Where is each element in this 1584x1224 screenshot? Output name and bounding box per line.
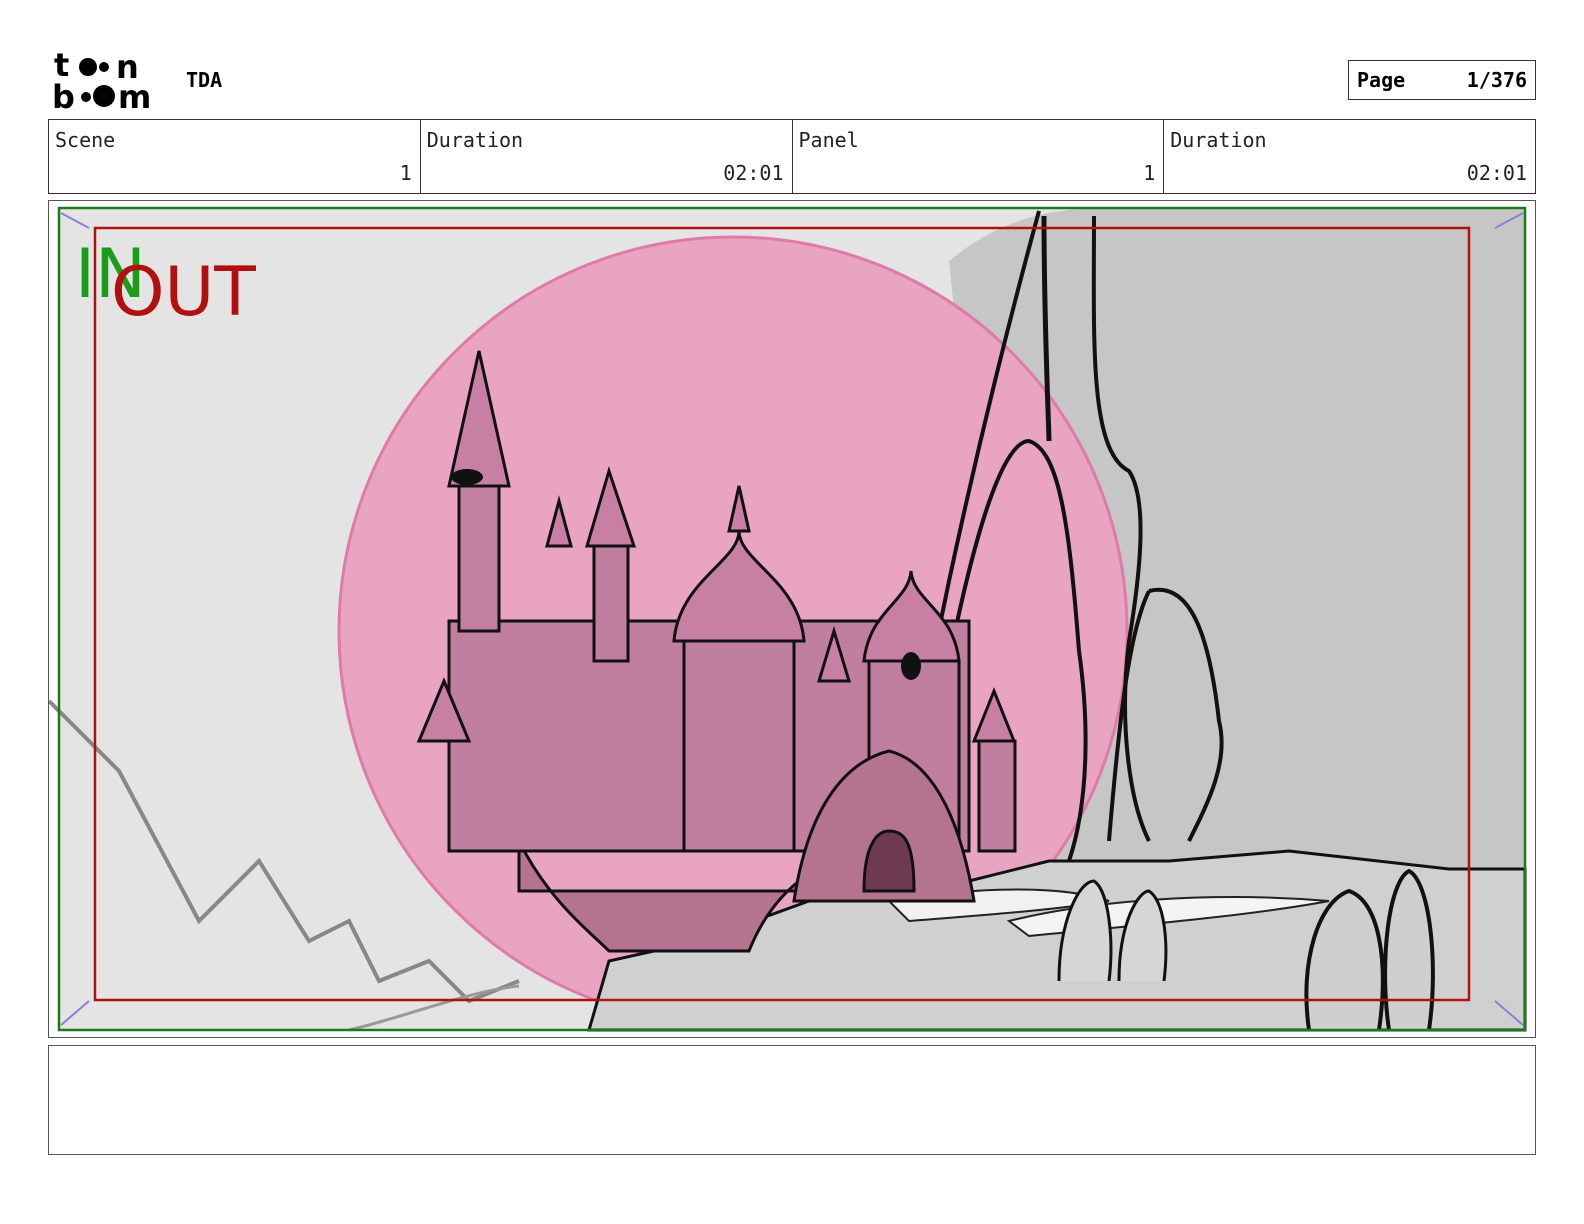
scene-cell: Scene 1 — [49, 120, 421, 193]
left-tower — [457, 479, 501, 633]
svg-text:m: m — [118, 78, 149, 112]
page-label: Page — [1357, 68, 1406, 92]
tower-2 — [592, 539, 630, 663]
panel-cell: Panel 1 — [793, 120, 1165, 193]
scene-value: 1 — [399, 161, 412, 185]
left-tower-window — [451, 469, 483, 485]
panel-drawing: IN OUT — [49, 206, 1527, 1032]
panel-duration-label: Duration — [1170, 128, 1267, 152]
central-tower — [682, 639, 796, 853]
scene-duration-cell: Duration 02:01 — [421, 120, 793, 193]
storyboard-panel[interactable]: IN OUT — [48, 200, 1536, 1038]
panel-duration-value: 02:01 — [1466, 161, 1527, 185]
toonboom-logo: t n b m — [52, 46, 164, 116]
small-tower-2 — [977, 739, 1017, 853]
scene-duration-label: Duration — [426, 128, 524, 152]
scene-label: Scene — [55, 128, 116, 152]
logo-graphic: t n b m — [52, 46, 151, 116]
scene-duration-value: 02:01 — [723, 161, 784, 185]
scene-info-table: Scene 1 Duration 02:01 Panel 1 Duration … — [48, 119, 1536, 194]
panel-duration-cell: Duration 02:01 — [1164, 120, 1535, 193]
svg-text:b: b — [52, 78, 74, 112]
page-indicator: Page 1/376 — [1348, 60, 1536, 100]
page-number: 1/376 — [1466, 68, 1527, 92]
project-name: TDA — [186, 68, 223, 92]
out-label: OUT — [111, 253, 256, 332]
panel-label: Panel — [798, 128, 859, 152]
panel-notes-area[interactable] — [48, 1045, 1536, 1155]
tree-2 — [1383, 868, 1435, 1031]
panel-value: 1 — [1143, 161, 1156, 185]
right-tower-window — [901, 652, 921, 680]
